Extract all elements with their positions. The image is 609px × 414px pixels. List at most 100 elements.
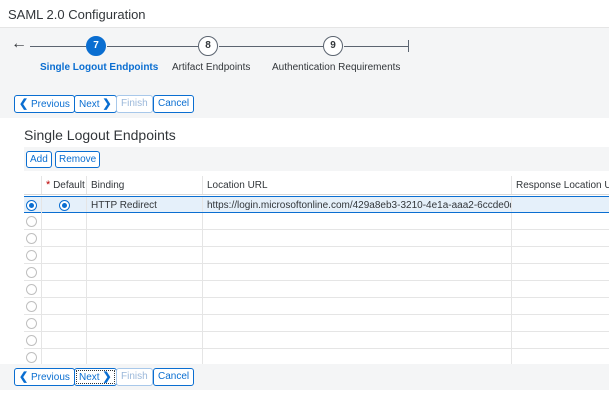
row-select-radio[interactable]: [26, 233, 37, 244]
table-row[interactable]: [24, 298, 609, 315]
cell-location-url[interactable]: [203, 298, 512, 314]
cell-response-location-url[interactable]: [512, 230, 609, 246]
cell-location-url[interactable]: [203, 281, 512, 297]
cell-response-location-url[interactable]: [512, 197, 609, 212]
row-select-radio[interactable]: [26, 216, 37, 227]
bottom-navigation-toolbar: ❮ Previous Next ❯ Finish Cancel: [0, 364, 609, 390]
table-row[interactable]: [24, 281, 609, 298]
cell-binding[interactable]: [87, 213, 203, 229]
row-selector[interactable]: [24, 281, 42, 298]
table-row[interactable]: [24, 315, 609, 332]
table-header-row: * Default Binding Location URL Response …: [24, 176, 609, 195]
cell-binding[interactable]: HTTP Redirect: [87, 197, 203, 212]
cell-default: [42, 349, 87, 365]
table-row[interactable]: [24, 213, 609, 230]
cell-default: [42, 298, 87, 314]
column-header-location-url[interactable]: Location URL: [203, 176, 512, 194]
wizard-end-marker: [408, 40, 409, 52]
cell-response-location-url[interactable]: [512, 349, 609, 365]
cell-response-location-url[interactable]: [512, 281, 609, 297]
finish-button[interactable]: Finish: [116, 368, 153, 386]
table-row[interactable]: [24, 332, 609, 349]
row-selector[interactable]: [24, 332, 42, 349]
cell-response-location-url[interactable]: [512, 247, 609, 263]
table-row[interactable]: [24, 264, 609, 281]
column-header-response-location-url[interactable]: Response Location UR: [512, 176, 609, 194]
cell-location-url[interactable]: [203, 332, 512, 348]
cell-response-location-url[interactable]: [512, 332, 609, 348]
wizard-step-label-8[interactable]: Artifact Endpoints: [172, 62, 250, 73]
next-button[interactable]: Next ❯: [74, 95, 117, 113]
row-select-radio[interactable]: [26, 335, 37, 346]
finish-button[interactable]: Finish: [116, 95, 153, 113]
cell-location-url[interactable]: [203, 349, 512, 365]
row-selector[interactable]: [24, 264, 42, 281]
wizard-connector: [30, 46, 86, 47]
cell-location-url[interactable]: [203, 213, 512, 229]
cell-binding[interactable]: [87, 230, 203, 246]
cell-location-url[interactable]: [203, 264, 512, 280]
cell-location-url[interactable]: https://login.microsoftonline.com/429a8e…: [203, 197, 512, 212]
cell-binding[interactable]: [87, 264, 203, 280]
previous-button[interactable]: ❮ Previous: [14, 95, 75, 113]
row-select-radio[interactable]: [26, 200, 37, 211]
next-label: Next: [79, 372, 100, 383]
left-arrow-icon[interactable]: ←: [11, 36, 27, 52]
required-marker: *: [46, 179, 51, 191]
wizard-step-label-9[interactable]: Authentication Requirements: [272, 62, 400, 73]
column-header-default[interactable]: * Default: [42, 176, 87, 194]
cancel-button[interactable]: Cancel: [153, 95, 195, 113]
row-select-radio[interactable]: [26, 318, 37, 329]
row-selector-header: [24, 176, 42, 194]
row-select-radio[interactable]: [26, 352, 37, 363]
finish-label: Finish: [121, 98, 148, 109]
table-row[interactable]: HTTP Redirect https://login.microsoftonli…: [24, 196, 609, 214]
cell-binding[interactable]: [87, 315, 203, 331]
cell-default: [42, 281, 87, 297]
cell-location-url[interactable]: [203, 315, 512, 331]
cell-response-location-url[interactable]: [512, 213, 609, 229]
row-select-radio[interactable]: [26, 267, 37, 278]
cell-binding[interactable]: [87, 247, 203, 263]
table-toolbar: Add Remove: [24, 147, 609, 171]
cell-response-location-url[interactable]: [512, 264, 609, 280]
table-row[interactable]: [24, 247, 609, 264]
remove-button[interactable]: Remove: [55, 151, 101, 168]
window-title: SAML 2.0 Configuration: [8, 7, 146, 22]
column-header-binding[interactable]: Binding: [87, 176, 203, 194]
cancel-button[interactable]: Cancel: [153, 368, 195, 386]
cell-default: [42, 315, 87, 331]
cell-location-url[interactable]: [203, 230, 512, 246]
wizard-step-9[interactable]: 9: [323, 36, 343, 56]
row-selector[interactable]: [24, 315, 42, 332]
chevron-left-icon: ❮: [19, 98, 29, 110]
table-row[interactable]: [24, 230, 609, 247]
next-button[interactable]: Next ❯: [74, 368, 117, 386]
cell-binding[interactable]: [87, 298, 203, 314]
previous-label: Previous: [31, 372, 70, 383]
cell-binding[interactable]: [87, 332, 203, 348]
row-selector[interactable]: [24, 197, 42, 214]
cell-location-url[interactable]: [203, 247, 512, 263]
wizard-step-8[interactable]: 8: [198, 36, 218, 56]
row-select-radio[interactable]: [26, 284, 37, 295]
cell-response-location-url[interactable]: [512, 298, 609, 314]
wizard-connector: [219, 46, 323, 47]
row-select-radio[interactable]: [26, 250, 37, 261]
row-selector[interactable]: [24, 247, 42, 264]
cell-binding[interactable]: [87, 281, 203, 297]
default-radio[interactable]: [59, 200, 70, 211]
cell-response-location-url[interactable]: [512, 315, 609, 331]
cell-default: [42, 230, 87, 246]
window-titlebar: SAML 2.0 Configuration: [0, 0, 609, 28]
chevron-right-icon: ❯: [102, 371, 112, 383]
wizard-step-7[interactable]: 7: [86, 36, 106, 56]
wizard-step-label-7[interactable]: Single Logout Endpoints: [40, 62, 158, 73]
add-button[interactable]: Add: [26, 151, 52, 168]
cell-binding[interactable]: [87, 349, 203, 365]
previous-button[interactable]: ❮ Previous: [14, 368, 75, 386]
row-selector[interactable]: [24, 298, 42, 315]
row-select-radio[interactable]: [26, 301, 37, 312]
row-selector[interactable]: [24, 213, 42, 230]
row-selector[interactable]: [24, 230, 42, 247]
